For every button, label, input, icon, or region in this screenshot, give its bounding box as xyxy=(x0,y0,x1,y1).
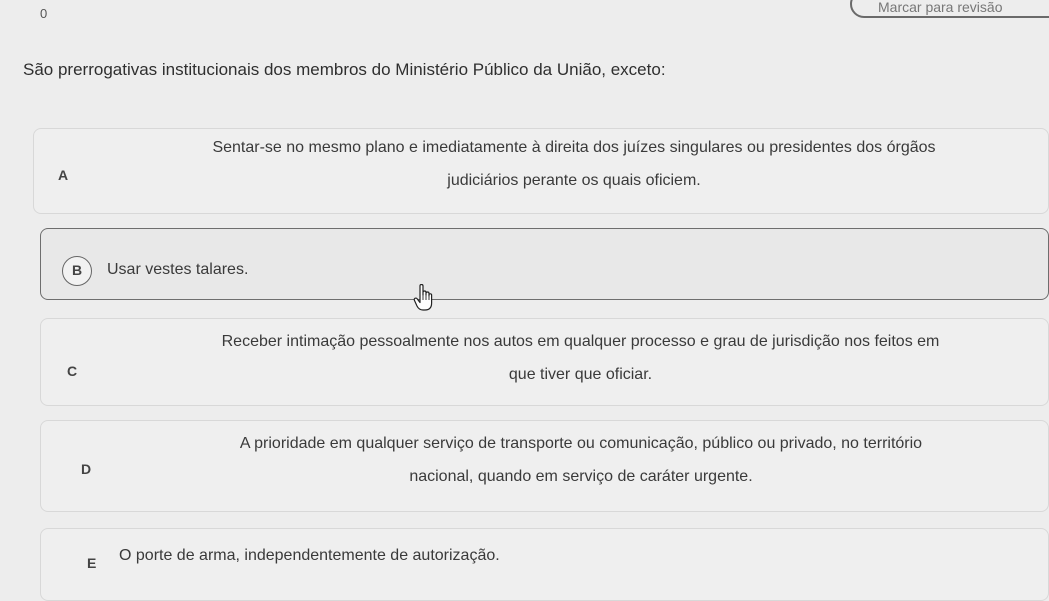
option-letter-b: B xyxy=(62,256,92,286)
option-d-line-1: A prioridade em qualquer serviço de tran… xyxy=(239,435,923,452)
option-letter-c: C xyxy=(67,363,78,379)
hand-pointer-icon xyxy=(413,284,433,311)
option-b-text: Usar vestes talares. xyxy=(107,261,249,278)
option-letter-e: E xyxy=(87,555,97,571)
option-d-text: A prioridade em qualquer serviço de tran… xyxy=(131,427,1031,493)
option-a-line-2: judiciários perante os quais oficiem. xyxy=(447,172,701,189)
option-c-text: Receber intimação pessoalmente nos autos… xyxy=(113,325,1048,391)
option-a[interactable]: A Sentar-se no mesmo plano e imediatamen… xyxy=(33,128,1049,214)
mark-for-review-button[interactable]: Marcar para revisão xyxy=(850,0,1049,18)
option-e[interactable]: E O porte de arma, independentemente de … xyxy=(40,528,1049,601)
option-b[interactable]: B Usar vestes talares. xyxy=(40,228,1049,300)
question-number: 0 xyxy=(40,6,48,21)
option-letter-d: D xyxy=(81,461,92,477)
option-e-text: O porte de arma, independentemente de au… xyxy=(119,547,500,564)
option-letter-a: A xyxy=(58,167,69,183)
option-d-line-2: nacional, quando em serviço de caráter u… xyxy=(409,468,753,485)
option-c[interactable]: C Receber intimação pessoalmente nos aut… xyxy=(40,318,1049,406)
question-text: São prerrogativas institucionais dos mem… xyxy=(23,60,666,79)
option-a-text: Sentar-se no mesmo plano e imediatamente… xyxy=(104,131,1044,197)
option-a-line-1: Sentar-se no mesmo plano e imediatamente… xyxy=(212,139,936,156)
option-d[interactable]: D A prioridade em qualquer serviço de tr… xyxy=(40,420,1049,512)
option-c-line-1: Receber intimação pessoalmente nos autos… xyxy=(221,333,940,350)
option-c-line-2: que tiver que oficiar. xyxy=(508,366,653,383)
top-bar: 0 Marcar para revisão xyxy=(0,0,1049,21)
